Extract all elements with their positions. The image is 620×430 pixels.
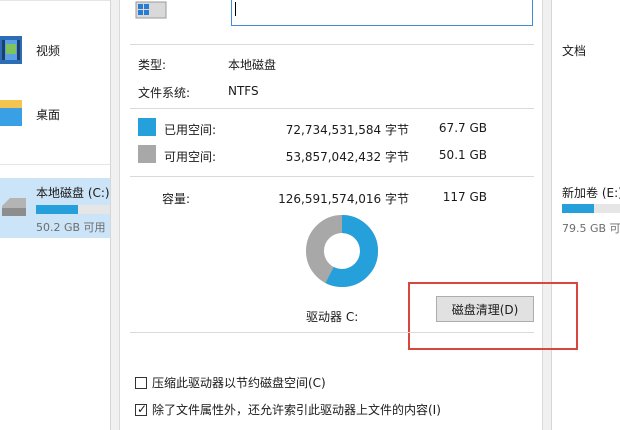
divider xyxy=(130,44,534,45)
explorer-right-pane: 文档 新加卷 (E:) 79.5 GB 可 xyxy=(552,0,620,430)
divider xyxy=(0,0,110,1)
drive-usage-fill xyxy=(36,205,79,214)
disk-usage-donut-chart xyxy=(306,215,378,287)
divider xyxy=(0,164,110,165)
capacity-label: 容量: xyxy=(162,192,191,206)
used-space-bytes: 72,734,531,584 字节 xyxy=(285,123,409,137)
folder-label-documents[interactable]: 文档 xyxy=(562,42,586,59)
drive-caption: 驱动器 C: xyxy=(306,310,359,324)
divider xyxy=(130,332,534,333)
index-checkbox[interactable]: ✓ xyxy=(135,401,148,416)
free-space-label: 可用空间: xyxy=(164,150,217,164)
compress-drive-option[interactable]: 压缩此驱动器以节约磁盘空间(C) xyxy=(135,374,326,391)
free-space-bytes: 53,857,042,432 字节 xyxy=(285,150,409,164)
compress-checkbox[interactable] xyxy=(135,376,147,389)
filesystem-label: 文件系统: xyxy=(138,86,191,100)
drive-usage-fill xyxy=(562,204,594,213)
folder-label: 视频 xyxy=(36,44,61,58)
desktop-folder-icon xyxy=(0,98,22,126)
divider xyxy=(130,176,534,177)
divider xyxy=(130,108,534,109)
general-tab-panel: 类型: 本地磁盘 文件系统: NTFS 已用空间: 72,734,531,584… xyxy=(119,0,578,430)
video-folder-icon xyxy=(0,32,22,64)
drive-label-e[interactable]: 新加卷 (E:) xyxy=(562,184,620,201)
drive-free-text: 50.2 GB 可用 xyxy=(36,221,106,234)
drive-properties-dialog: 类型: 本地磁盘 文件系统: NTFS 已用空间: 72,734,531,584… xyxy=(110,0,578,430)
used-space-gb: 67.7 GB xyxy=(438,121,487,135)
drive-label: 本地磁盘 (C:) xyxy=(36,186,110,200)
used-space-label: 已用空间: xyxy=(164,123,217,137)
drive-name-input[interactable] xyxy=(231,0,533,26)
drive-icon xyxy=(134,0,168,22)
capacity-gb: 117 GB xyxy=(442,190,487,204)
free-space-gb: 50.1 GB xyxy=(438,148,487,162)
free-space-swatch xyxy=(138,145,156,163)
drive-usage-bar xyxy=(36,205,110,214)
type-value: 本地磁盘 xyxy=(228,58,277,72)
compress-label: 压缩此驱动器以节约磁盘空间(C) xyxy=(152,376,326,390)
capacity-bytes: 126,591,574,016 字节 xyxy=(278,192,409,206)
check-icon: ✓ xyxy=(137,401,148,416)
type-label: 类型: xyxy=(138,58,167,72)
text-caret xyxy=(235,2,236,16)
drive-tile-c[interactable]: 本地磁盘 (C:) 50.2 GB 可用 xyxy=(0,178,110,238)
hard-drive-icon xyxy=(0,194,26,221)
filesystem-value: NTFS xyxy=(228,84,259,98)
used-space-swatch xyxy=(138,118,156,136)
annotation-highlight-box xyxy=(408,282,578,350)
index-contents-option[interactable]: ✓ 除了文件属性外，还允许索引此驱动器上文件的内容(I) xyxy=(135,401,441,418)
explorer-left-pane: 视频 桌面 本地磁盘 (C:) 50.2 GB 可用 xyxy=(0,0,110,430)
folder-item-desktop[interactable]: 桌面 xyxy=(0,92,110,132)
index-label: 除了文件属性外，还允许索引此驱动器上文件的内容(I) xyxy=(152,403,441,417)
folder-label: 桌面 xyxy=(36,108,61,122)
drive-usage-bar xyxy=(562,204,620,213)
folder-item-videos[interactable]: 视频 xyxy=(0,28,110,68)
drive-free-text: 79.5 GB 可 xyxy=(562,222,620,235)
